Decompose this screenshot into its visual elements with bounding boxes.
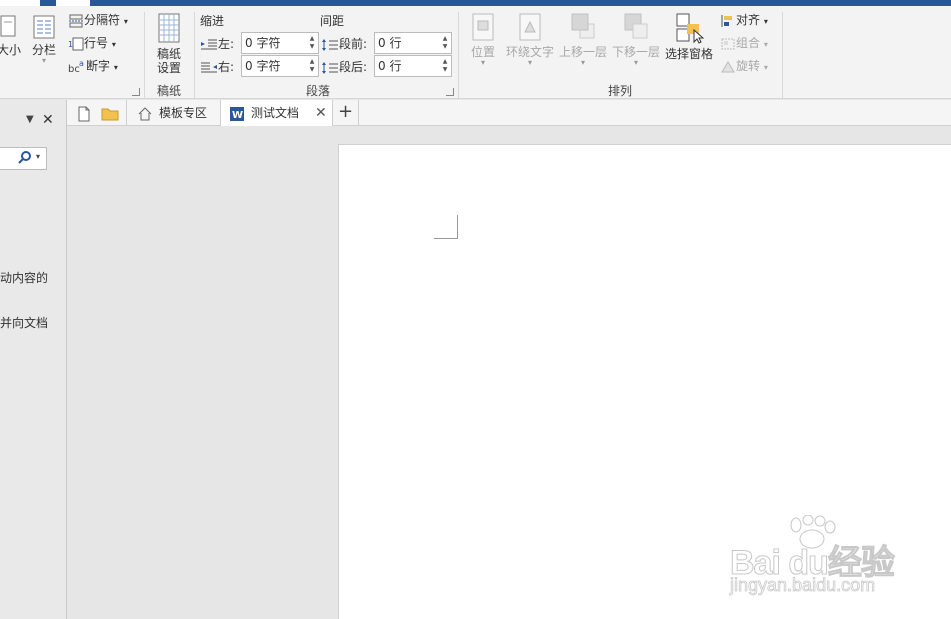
chevron-down-icon: ▾ [763,63,768,72]
chevron-down-icon: ▾ [113,63,118,72]
columns-icon [33,15,55,39]
search-icon[interactable] [17,150,33,169]
chevron-down-icon: ▾ [123,17,128,26]
group-separator [194,12,195,98]
bring-forward-button[interactable]: 上移一层 ▾ [558,12,608,67]
tab-label: 测试文档 [251,106,300,120]
pane-text: 动内容的 [0,271,49,285]
new-tab-button[interactable]: + [333,100,359,126]
group-separator [782,12,783,98]
spacing-before-field[interactable]: 0 行 ▲ ▼ [374,32,452,54]
group-separator [458,12,459,98]
indent-left-icon [201,39,217,49]
close-icon[interactable]: ✕ [42,112,54,128]
tab-template-zone[interactable]: 模板专区 [127,100,221,126]
arrange-group-label: 排列 [608,84,633,98]
size-button[interactable]: 大小 [0,14,22,57]
pane-options-icon[interactable]: ▼ [26,114,34,125]
svg-text:a: a [79,60,84,68]
quick-actions [67,100,127,126]
chevron-down-icon: ▾ [480,58,485,67]
manuscript-settings-button[interactable]: 稿纸 设置 [150,12,188,75]
tab-label: 模板专区 [159,106,208,120]
selection-pane-icon [676,13,705,44]
chevron-down-icon: ▾ [580,58,585,67]
spinner-arrows-icon[interactable]: ▲ ▼ [309,35,315,51]
chevron-down-icon[interactable]: ▾ [36,152,40,161]
line-numbers-button[interactable]: 1 行号 ▾ [68,33,116,53]
close-icon[interactable]: ✕ [315,100,327,126]
indent-left-label: 左: [200,35,234,52]
page-setup-launcher-icon[interactable] [132,88,140,96]
paragraph-group-label: 段落 [306,84,331,98]
svg-text:1: 1 [68,40,73,49]
indent-right-field[interactable]: 0 字符 ▲ ▼ [241,55,319,77]
send-backward-icon [624,13,648,39]
position-icon [472,13,494,41]
send-backward-button[interactable]: 下移一层 ▾ [611,12,661,67]
spinner-arrows-icon[interactable]: ▲ ▼ [442,35,448,51]
group-icon [721,38,735,49]
manuscript-icon [158,13,180,43]
line-numbers-icon: 1 [68,37,84,50]
paragraph-launcher-icon[interactable] [446,88,454,96]
columns-button[interactable]: 分栏 ▾ [30,14,58,65]
wrap-text-icon [519,13,541,41]
rotate-button[interactable]: 旋转 ▾ [720,56,768,76]
position-button[interactable]: 位置 ▾ [466,12,500,67]
ribbon: 大小 分栏 ▾ 分隔符 ▾ 1 行号 ▾ bc a 断字 ▾ 稿纸 设置 稿纸 缩进 … [0,6,951,99]
baidu-jingyan-watermark: Bai du经验 jingyan.baidu.com [728,515,908,605]
chevron-down-icon: ▾ [763,17,768,26]
plus-icon: + [337,101,354,122]
breaks-button[interactable]: 分隔符 ▾ [68,10,128,30]
hyphenation-icon: bca [68,59,84,75]
chevron-down-icon: ▾ [763,40,768,49]
chevron-down-icon: ▾ [633,58,638,67]
spacing-before-icon [322,38,338,51]
indent-right-label: 右: [200,58,234,75]
watermark-url: jingyan.baidu.com [730,575,876,596]
chevron-down-icon: ▾ [527,58,532,67]
size-icon [0,15,16,37]
align-button[interactable]: 对齐 ▾ [720,10,768,30]
group-separator [144,12,145,98]
align-icon [721,14,732,27]
wrap-text-button[interactable]: 环绕文字 ▾ [505,12,555,67]
hyphenation-button[interactable]: bc a 断字 ▾ [68,56,118,76]
indent-header: 缩进 [200,14,225,28]
breaks-icon [69,14,83,27]
indent-right-icon [201,62,217,72]
chevron-down-icon: ▾ [41,56,46,65]
bring-forward-icon [571,13,595,39]
selection-pane-button[interactable]: 选择窗格 [664,12,714,61]
manuscript-group-label: 稿纸 [157,84,182,98]
spinner-arrows-icon[interactable]: ▲ ▼ [442,58,448,74]
pane-search-input[interactable]: ▾ [0,147,47,170]
pane-text: 并向文档 [0,316,49,330]
rotate-icon [721,60,735,72]
tab-test-document[interactable]: W 测试文档 ✕ [221,100,333,126]
group-button[interactable]: 组合 ▾ [720,33,768,53]
margin-corner-mark [434,215,458,239]
spinner-arrows-icon[interactable]: ▲ ▼ [309,58,315,74]
spacing-header: 间距 [320,14,345,28]
indent-left-field[interactable]: 0 字符 ▲ ▼ [241,32,319,54]
spacing-after-label: 段后: [321,58,367,75]
spacing-after-icon [322,61,338,74]
svg-text:W: W [232,110,243,121]
navigation-pane: ▼ ✕ ▾ 动内容的 并向文档 [0,100,67,619]
chevron-down-icon: ▾ [111,40,116,49]
spacing-before-label: 段前: [321,35,367,52]
document-tab-strip: 模板专区 W 测试文档 ✕ + [67,100,951,126]
spacing-after-field[interactable]: 0 行 ▲ ▼ [374,55,452,77]
